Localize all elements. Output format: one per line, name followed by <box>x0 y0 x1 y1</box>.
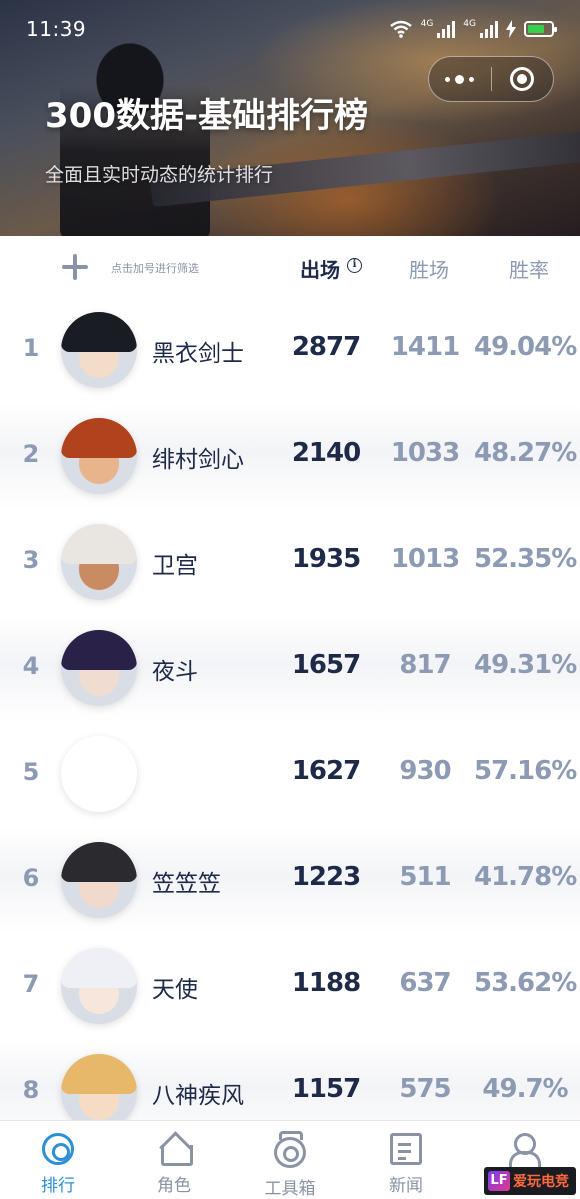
news-icon <box>390 1133 422 1165</box>
home-icon <box>158 1133 193 1166</box>
appearances-value: 1188 <box>291 968 361 998</box>
signal-label: 4G <box>420 19 434 29</box>
tab-heroes[interactable]: 角色 <box>116 1121 232 1199</box>
rank-number: 3 <box>22 546 40 574</box>
table-row[interactable]: 5 1627 930 57.16% <box>0 722 580 828</box>
hero-name: 夜斗 <box>152 659 198 685</box>
column-header-row: 点击加号进行筛选 出场 i 胜场 胜率 <box>0 236 580 298</box>
hero-avatar <box>61 312 137 388</box>
info-icon[interactable]: i <box>347 258 362 273</box>
hero-avatar <box>61 842 137 918</box>
hero-name: 笠笠笠 <box>152 871 221 897</box>
signal-label: 4G <box>463 19 476 29</box>
rank-number: 8 <box>22 1076 40 1104</box>
tab-label: 角色 <box>157 1176 191 1196</box>
ranking-list: 1 黑衣剑士 2877 1411 49.04% 2 绯村剑心 2140 1033… <box>0 298 580 1146</box>
win-rate-value: 49.7% <box>482 1074 568 1104</box>
rank-number: 1 <box>22 334 40 362</box>
hero-avatar <box>61 1054 137 1130</box>
wins-value: 930 <box>399 756 451 786</box>
win-rate-value: 41.78% <box>474 862 577 892</box>
table-row[interactable]: 7 天使 1188 637 53.62% <box>0 934 580 1040</box>
win-rate-value: 53.62% <box>474 968 577 998</box>
wins-value: 1013 <box>390 544 460 574</box>
wins-value: 575 <box>399 1074 451 1104</box>
appearances-value: 1627 <box>291 756 361 786</box>
status-bar: 11:39 4G 4G <box>0 0 580 58</box>
page-title: 300数据-基础排行榜 <box>45 96 369 136</box>
wifi-icon <box>389 20 412 38</box>
appearances-value: 2877 <box>291 332 361 362</box>
close-miniprogram-button[interactable] <box>492 57 554 101</box>
hero-name: 天使 <box>152 977 198 1003</box>
wins-value: 637 <box>399 968 451 998</box>
sort-win-rate-header[interactable]: 胜率 <box>509 254 549 283</box>
tab-toolbox[interactable]: 工具箱 <box>232 1121 348 1199</box>
target-circle-icon <box>510 67 535 91</box>
wins-value: 1033 <box>390 438 460 468</box>
miniprogram-capsule <box>428 56 554 102</box>
tab-ranking[interactable]: 排行 <box>0 1121 116 1199</box>
battery-icon <box>524 21 557 37</box>
filter-plus-icon[interactable] <box>60 252 90 282</box>
profile-icon <box>506 1133 541 1168</box>
ranking-icon <box>42 1133 74 1165</box>
sort-appearances-header[interactable]: 出场 <box>300 254 340 283</box>
tab-label: 工具箱 <box>264 1179 316 1199</box>
win-rate-value: 57.16% <box>474 756 577 786</box>
table-row[interactable]: 3 卫宫 1935 1013 52.35% <box>0 510 580 616</box>
hero-avatar <box>61 630 137 706</box>
tab-label: 新闻 <box>389 1176 423 1196</box>
hero-name: 绯村剑心 <box>152 447 244 473</box>
status-time: 11:39 <box>26 17 87 41</box>
toolbox-icon <box>274 1131 306 1168</box>
watermark-text: 爱玩电竞 <box>513 1174 569 1190</box>
table-row[interactable]: 2 绯村剑心 2140 1033 48.27% <box>0 404 580 510</box>
win-rate-value: 49.04% <box>474 332 577 362</box>
wins-value: 1411 <box>390 332 460 362</box>
watermark-logo: LF <box>488 1171 510 1191</box>
charging-icon <box>506 20 516 38</box>
rank-number: 7 <box>22 970 40 998</box>
win-rate-value: 52.35% <box>474 544 577 574</box>
rank-number: 4 <box>22 652 40 680</box>
hero-name: 卫宫 <box>152 553 198 579</box>
win-rate-value: 48.27% <box>474 438 577 468</box>
appearances-value: 1157 <box>291 1074 361 1104</box>
tab-label: 排行 <box>41 1176 75 1196</box>
appearances-value: 1223 <box>291 862 361 892</box>
header-banner: 11:39 4G 4G 300数据-基础排行榜 全面且实时动态的统计排行 <box>0 0 580 236</box>
hero-avatar <box>61 948 137 1024</box>
table-row[interactable]: 4 夜斗 1657 817 49.31% <box>0 616 580 722</box>
appearances-value: 1935 <box>291 544 361 574</box>
table-row[interactable]: 6 笠笠笠 1223 511 41.78% <box>0 828 580 934</box>
appearances-value: 2140 <box>291 438 361 468</box>
appearances-value: 1657 <box>291 650 361 680</box>
hero-avatar <box>61 736 137 812</box>
rank-number: 2 <box>22 440 40 468</box>
filter-hint-text: 点击加号进行筛选 <box>111 262 199 275</box>
tab-news[interactable]: 新闻 <box>348 1121 464 1199</box>
hero-avatar <box>61 418 137 494</box>
sort-wins-header[interactable]: 胜场 <box>409 254 449 283</box>
site-watermark: LF 爱玩电竞 <box>484 1167 576 1195</box>
hero-name: 八神疾风 <box>152 1083 244 1109</box>
more-dots-icon <box>445 74 475 84</box>
rank-number: 6 <box>22 864 40 892</box>
hero-name: 黑衣剑士 <box>152 341 244 367</box>
wins-value: 511 <box>399 862 451 892</box>
status-icons: 4G 4G <box>389 19 557 39</box>
hero-avatar <box>61 524 137 600</box>
signal-strength-icon <box>437 20 456 38</box>
wins-value: 817 <box>399 650 451 680</box>
more-button[interactable] <box>429 57 491 101</box>
table-row[interactable]: 1 黑衣剑士 2877 1411 49.04% <box>0 298 580 404</box>
rank-number: 5 <box>22 758 40 786</box>
signal-strength-icon <box>480 20 498 38</box>
win-rate-value: 49.31% <box>474 650 577 680</box>
page-subtitle: 全面且实时动态的统计排行 <box>45 164 274 186</box>
